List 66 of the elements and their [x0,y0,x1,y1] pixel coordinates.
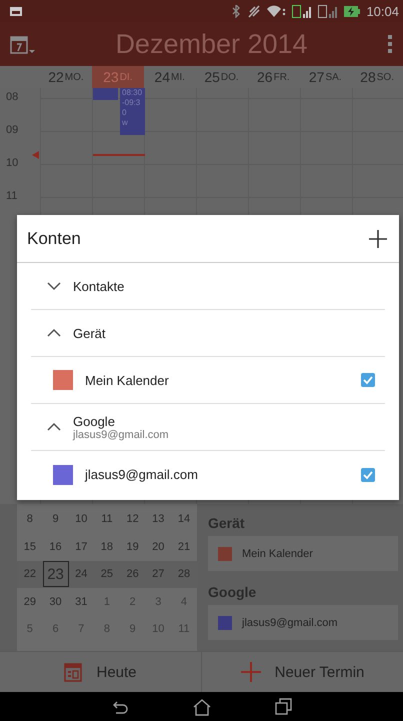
event-block[interactable]: 08:30 -09:3 0 w [120,88,145,135]
mute-icon [247,4,260,18]
group-label: Google [73,414,115,428]
calendar-day[interactable]: 8 [18,507,41,532]
calendar-day[interactable]: 17 [70,534,92,559]
calendar-day[interactable]: 21 [172,534,195,559]
day-header[interactable]: 26 FR. [247,66,300,88]
calendar-day[interactable]: 29 [18,590,41,614]
day-header[interactable]: 27SA. [299,66,352,88]
calendar-day[interactable]: 9 [44,507,67,532]
calendar-day[interactable]: 19 [122,534,144,559]
checkbox[interactable] [361,468,375,482]
sim-signal-icon [292,4,312,18]
calendar-row[interactable]: Mein Kalender [31,357,385,404]
current-time-line [93,154,145,156]
image-notification-icon [10,6,22,16]
month-title: Dezember 2014 [114,28,309,60]
calendar-card[interactable]: jlasus9@gmail.com [208,605,398,640]
wifi-icon [266,4,286,18]
calendar-day[interactable]: 30 [44,590,67,614]
calendar-card[interactable]: Mein Kalender [208,536,398,571]
calendar-day[interactable]: 16 [44,534,67,559]
calendar-day[interactable]: 18 [96,534,118,559]
calendar-label: Mein Kalender [85,372,170,388]
battery-charging-icon [344,4,360,18]
account-group-row[interactable]: Gerät [31,310,385,357]
calendar-day[interactable]: 11 [96,507,118,532]
hour-label: 09 [6,124,18,136]
sim-signal-icon [318,4,338,18]
calendar-name: jlasus9@gmail.com [242,616,338,628]
calendar-label: jlasus9@gmail.com [85,467,199,482]
calendar-day[interactable]: 20 [147,534,170,559]
calendar-icon [64,662,82,682]
calendar-name: Mein Kalender [242,548,313,560]
day-header[interactable]: 25DO. [196,66,248,88]
add-icon [240,662,261,682]
calendar-day[interactable]: 14 [172,507,195,532]
clock-time: 10:04 [366,4,399,18]
calendar-day[interactable]: 31 [70,590,92,614]
day-header[interactable]: 28SO. [351,66,403,88]
calendar-day[interactable]: 12 [122,507,144,532]
checkbox[interactable] [361,373,375,387]
dialog-title: Konten [27,228,82,248]
today-button[interactable]: Heute [0,652,201,692]
account-group-row[interactable]: Kontakte [31,263,385,310]
overflow-menu-icon[interactable] [387,34,393,54]
day-header[interactable]: 24MI. [144,66,196,88]
calendar-view-icon[interactable] [10,34,36,54]
add-icon[interactable] [369,230,387,248]
day-header[interactable]: 22MO. [40,66,92,88]
hour-label: 08 [6,91,18,103]
account-email: jlasus9@gmail.com [73,428,170,440]
bluetooth-icon [231,4,242,18]
home-icon[interactable] [192,698,212,716]
group-label: Kontakte [73,278,126,294]
calendar-row[interactable]: jlasus9@gmail.com [31,451,385,498]
calendar-day[interactable]: 13 [147,507,170,532]
back-icon[interactable] [111,698,130,714]
recent-apps-icon[interactable] [274,698,292,715]
calendar-day[interactable]: 15 [18,534,41,559]
hour-label: 11 [6,190,18,202]
group-label: Gerät [73,326,107,340]
calendar-day[interactable]: 10 [70,507,92,532]
account-group-row[interactable]: Google jlasus9@gmail.com [31,404,385,451]
hour-label: 10 [6,157,18,169]
current-time-marker-icon [32,151,39,159]
